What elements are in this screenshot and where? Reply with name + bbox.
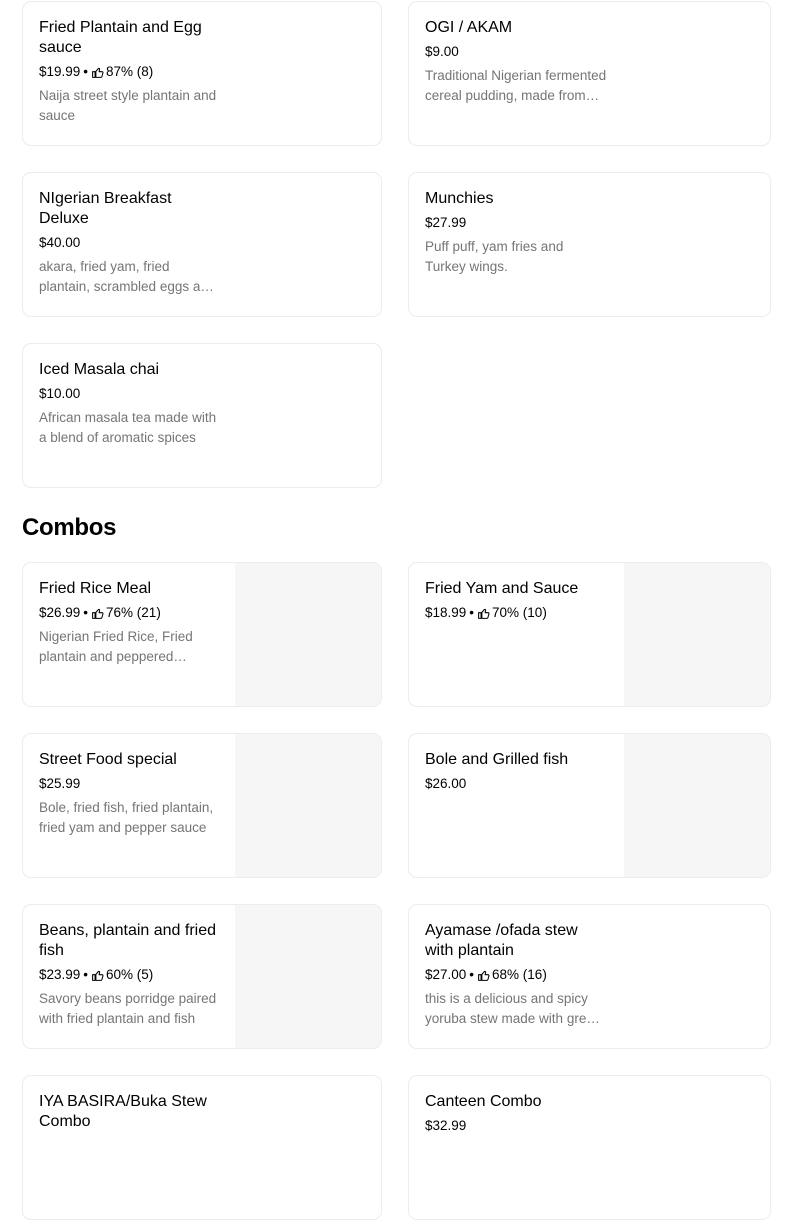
menu-item-card[interactable]: Iced Masala chai $10.00 African masala t… bbox=[22, 343, 382, 488]
menu-item-meta: $32.99 bbox=[425, 1117, 605, 1135]
menu-item-card[interactable]: Bole and Grilled fish $26.00 bbox=[408, 733, 771, 878]
menu-item-image bbox=[235, 734, 381, 877]
menu-item-title: OGI / AKAM bbox=[425, 19, 513, 36]
menu-item-title: Fried Rice Meal bbox=[39, 580, 152, 597]
menu-item-rating: 76% (21) bbox=[106, 605, 161, 620]
menu-item-card[interactable]: NIgerian Breakfast Deluxe $40.00 akara, … bbox=[22, 172, 382, 317]
menu-item-price: $32.99 bbox=[425, 1118, 467, 1133]
menu-item-description: Bole, fried fish, fried plantain, fried … bbox=[39, 800, 214, 835]
menu-item-price: $18.99 bbox=[425, 605, 467, 620]
separator-dot: • bbox=[83, 967, 89, 982]
menu-item-image bbox=[235, 905, 381, 1048]
menu-item-meta: $18.99 • 70% (10) bbox=[425, 604, 605, 622]
menu-item-meta: $27.99 bbox=[425, 214, 607, 232]
menu-item-description: this is a delicious and spicy yoruba ste… bbox=[425, 991, 602, 1026]
separator-dot: • bbox=[83, 605, 89, 620]
menu-item-price: $40.00 bbox=[39, 235, 81, 250]
menu-item-image bbox=[624, 563, 770, 706]
menu-item-meta: $25.99 bbox=[39, 775, 219, 793]
menu-item-title: Fried Plantain and Egg sauce bbox=[39, 19, 202, 56]
menu-item-title: Beans, plantain and fried fish bbox=[39, 922, 217, 959]
thumbs-up-icon bbox=[478, 970, 490, 981]
menu-item-info: Fried Plantain and Egg sauce $19.99 • 87… bbox=[39, 18, 219, 126]
menu-item-title: Bole and Grilled fish bbox=[425, 751, 569, 768]
menu-item-info: OGI / AKAM $9.00 Traditional Nigerian fe… bbox=[425, 18, 607, 106]
menu-item-title: Iced Masala chai bbox=[39, 361, 160, 378]
menu-item-info: IYA BASIRA/Buka Stew Combo bbox=[39, 1092, 219, 1132]
menu-item-title: Street Food special bbox=[39, 751, 177, 768]
menu-item-description: Puff puff, yam fries and Turkey wings. bbox=[425, 239, 564, 274]
menu-item-title: Canteen Combo bbox=[425, 1093, 542, 1110]
menu-item-price: $9.00 bbox=[425, 44, 459, 59]
menu-item-title: Fried Yam and Sauce bbox=[425, 580, 579, 597]
menu-item-info: Iced Masala chai $10.00 African masala t… bbox=[39, 360, 219, 448]
menu-item-price: $27.99 bbox=[425, 215, 467, 230]
menu-item-card[interactable]: Ayamase /ofada stew with plantain $27.00… bbox=[408, 904, 771, 1049]
menu-item-price: $10.00 bbox=[39, 386, 81, 401]
menu-item-price: $19.99 bbox=[39, 64, 81, 79]
menu-item-price: $25.99 bbox=[39, 776, 81, 791]
menu-item-description: Naija street style plantain and sauce bbox=[39, 88, 217, 123]
section-title-combos: Combos bbox=[22, 514, 117, 541]
menu-item-image bbox=[235, 563, 381, 706]
menu-item-title: NIgerian Breakfast Deluxe bbox=[39, 190, 172, 227]
menu-item-info: Canteen Combo $32.99 bbox=[425, 1092, 605, 1135]
menu-item-card[interactable]: Fried Rice Meal $26.99 • 76% (21) Nigeri… bbox=[22, 562, 382, 707]
separator-dot: • bbox=[469, 605, 475, 620]
menu-item-card[interactable]: Street Food special $25.99 Bole, fried f… bbox=[22, 733, 382, 878]
menu-item-info: NIgerian Breakfast Deluxe $40.00 akara, … bbox=[39, 189, 219, 297]
separator-dot: • bbox=[83, 64, 89, 79]
menu-item-price: $26.00 bbox=[425, 776, 467, 791]
menu-item-meta: $26.99 • 76% (21) bbox=[39, 604, 219, 622]
menu-item-meta: $26.00 bbox=[425, 775, 605, 793]
menu-item-info: Ayamase /ofada stew with plantain $27.00… bbox=[425, 921, 605, 1029]
menu-item-rating: 60% (5) bbox=[106, 967, 154, 982]
menu-item-image bbox=[624, 734, 770, 877]
menu-item-description: Nigerian Fried Rice, Fried plantain and … bbox=[39, 629, 193, 664]
menu-item-info: Bole and Grilled fish $26.00 bbox=[425, 750, 605, 793]
menu-item-card[interactable]: Fried Yam and Sauce $18.99 • 70% (10) bbox=[408, 562, 771, 707]
menu-item-card[interactable]: IYA BASIRA/Buka Stew Combo bbox=[22, 1075, 382, 1220]
menu-item-meta: $19.99 • 87% (8) bbox=[39, 63, 219, 81]
menu-item-info: Munchies $27.99 Puff puff, yam fries and… bbox=[425, 189, 607, 277]
thumbs-up-icon bbox=[92, 67, 104, 78]
menu-item-price: $23.99 bbox=[39, 967, 81, 982]
menu-item-rating: 87% (8) bbox=[106, 64, 154, 79]
menu-item-rating: 70% (10) bbox=[492, 605, 547, 620]
menu-item-card[interactable]: Munchies $27.99 Puff puff, yam fries and… bbox=[408, 172, 771, 317]
menu-item-price: $26.99 bbox=[39, 605, 81, 620]
menu-item-meta: $10.00 bbox=[39, 385, 219, 403]
menu-item-info: Beans, plantain and fried fish $23.99 • … bbox=[39, 921, 219, 1029]
menu-item-title: Munchies bbox=[425, 190, 494, 207]
menu-item-card[interactable]: Beans, plantain and fried fish $23.99 • … bbox=[22, 904, 382, 1049]
thumbs-up-icon bbox=[478, 608, 490, 619]
menu-item-title: IYA BASIRA/Buka Stew Combo bbox=[39, 1093, 207, 1130]
menu-item-card[interactable]: OGI / AKAM $9.00 Traditional Nigerian fe… bbox=[408, 1, 771, 146]
menu-item-description: akara, fried yam, fried plantain, scramb… bbox=[39, 259, 216, 294]
menu-item-card[interactable]: Canteen Combo $32.99 bbox=[408, 1075, 771, 1220]
menu-item-card[interactable]: Fried Plantain and Egg sauce $19.99 • 87… bbox=[22, 1, 382, 146]
thumbs-up-icon bbox=[92, 608, 104, 619]
menu-item-price: $27.00 bbox=[425, 967, 467, 982]
separator-dot: • bbox=[469, 967, 475, 982]
thumbs-up-icon bbox=[92, 970, 104, 981]
menu-item-info: Fried Rice Meal $26.99 • 76% (21) Nigeri… bbox=[39, 579, 219, 667]
menu-item-meta: $27.00 • 68% (16) bbox=[425, 966, 605, 984]
menu-item-meta: $23.99 • 60% (5) bbox=[39, 966, 219, 984]
menu-item-description: Savory beans porridge paired with fried … bbox=[39, 991, 217, 1026]
menu-item-meta: $40.00 bbox=[39, 234, 219, 252]
menu-item-description: African masala tea made with a blend of … bbox=[39, 410, 217, 445]
menu-item-info: Fried Yam and Sauce $18.99 • 70% (10) bbox=[425, 579, 605, 622]
menu-item-rating: 68% (16) bbox=[492, 967, 547, 982]
menu-item-meta: $9.00 bbox=[425, 43, 607, 61]
menu-item-description: Traditional Nigerian fermented cereal pu… bbox=[425, 68, 607, 103]
menu-item-info: Street Food special $25.99 Bole, fried f… bbox=[39, 750, 219, 838]
menu-item-title: Ayamase /ofada stew with plantain bbox=[425, 922, 578, 959]
